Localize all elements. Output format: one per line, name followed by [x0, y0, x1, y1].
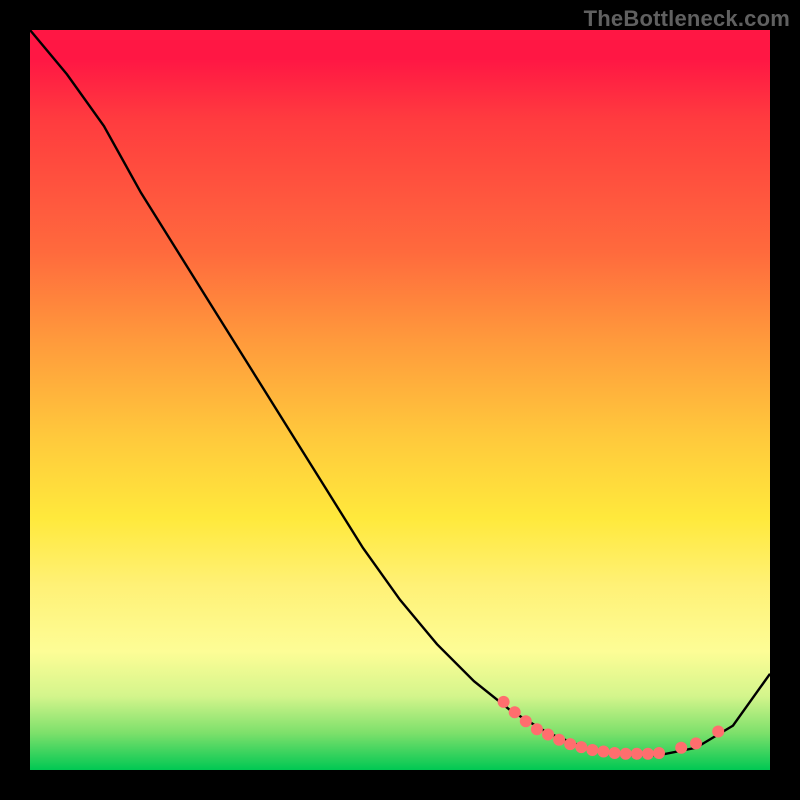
data-marker [564, 738, 576, 750]
data-marker [675, 742, 687, 754]
bottleneck-curve [30, 30, 770, 755]
data-marker [712, 726, 724, 738]
data-marker [498, 696, 510, 708]
data-marker [653, 747, 665, 759]
watermark-text: TheBottleneck.com [584, 6, 790, 32]
data-marker [598, 746, 610, 758]
data-marker [520, 715, 532, 727]
data-marker [531, 723, 543, 735]
data-marker [620, 748, 632, 760]
data-marker [586, 744, 598, 756]
data-marker [690, 737, 702, 749]
data-marker [542, 729, 554, 741]
data-marker [509, 706, 521, 718]
data-marker [609, 747, 621, 759]
data-marker [553, 734, 565, 746]
data-marker [631, 748, 643, 760]
plot-area [30, 30, 770, 770]
data-marker [642, 748, 654, 760]
chart-svg [30, 30, 770, 770]
chart-frame: TheBottleneck.com [0, 0, 800, 800]
data-marker [575, 741, 587, 753]
